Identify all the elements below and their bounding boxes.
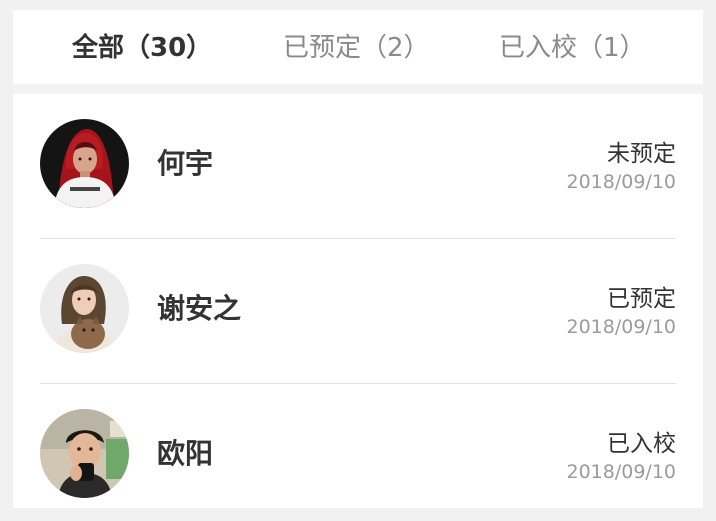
tab-booked[interactable]: 已预定（2） xyxy=(283,20,430,76)
status-badge: 已入校 xyxy=(607,431,676,457)
status-badge: 已预定 xyxy=(607,286,676,312)
list-item[interactable]: 何宇 未预定 2018/09/10 xyxy=(13,94,703,239)
tabs-separator xyxy=(13,84,703,94)
record-date: 2018/09/10 xyxy=(566,171,676,193)
list-item[interactable]: 谢安之 已预定 2018/09/10 xyxy=(13,239,703,384)
student-name: 何宇 xyxy=(157,147,214,180)
tab-all[interactable]: 全部（30） xyxy=(72,20,212,76)
student-name: 谢安之 xyxy=(157,292,242,325)
avatar xyxy=(40,264,129,353)
tab-enrolled[interactable]: 已入校（1） xyxy=(499,20,646,76)
list-item[interactable]: 欧阳 已入校 2018/09/10 xyxy=(13,384,703,508)
student-list: 何宇 未预定 2018/09/10 谢安之 已预定 2018/09/10 欧阳 … xyxy=(13,94,703,508)
status-badge: 未预定 xyxy=(607,141,676,167)
avatar xyxy=(40,409,129,498)
student-name: 欧阳 xyxy=(157,437,214,470)
record-date: 2018/09/10 xyxy=(566,316,676,338)
phone-screen: 全部（30） 已预定（2） 已入校（1） 何宇 未预定 2018/09/10 谢… xyxy=(13,10,703,508)
avatar xyxy=(40,119,129,208)
record-date: 2018/09/10 xyxy=(566,461,676,483)
filter-tabs: 全部（30） 已预定（2） 已入校（1） xyxy=(13,10,703,84)
